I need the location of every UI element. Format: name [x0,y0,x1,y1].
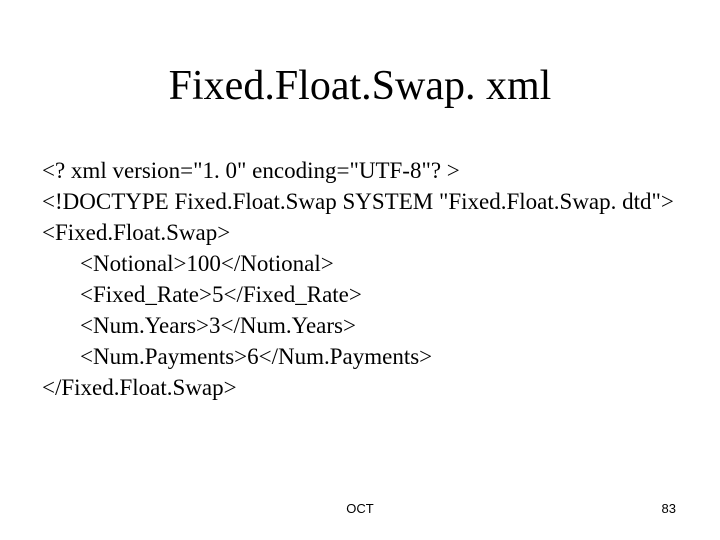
code-line: <Fixed.Float.Swap> [42,217,690,248]
code-line: <!DOCTYPE Fixed.Float.Swap SYSTEM "Fixed… [42,186,690,217]
code-line: <Num.Payments>6</Num.Payments> [42,341,690,372]
code-line: <Num.Years>3</Num.Years> [42,310,690,341]
code-line: <Fixed_Rate>5</Fixed_Rate> [42,279,690,310]
footer-center: OCT [0,501,720,516]
page-number: 83 [662,501,676,516]
code-block: <? xml version="1. 0" encoding="UTF-8"? … [42,155,690,403]
slide-title: Fixed.Float.Swap. xml [0,62,720,110]
code-line: </Fixed.Float.Swap> [42,372,690,403]
slide: Fixed.Float.Swap. xml <? xml version="1.… [0,0,720,540]
code-line: <? xml version="1. 0" encoding="UTF-8"? … [42,155,690,186]
code-line: <Notional>100</Notional> [42,248,690,279]
